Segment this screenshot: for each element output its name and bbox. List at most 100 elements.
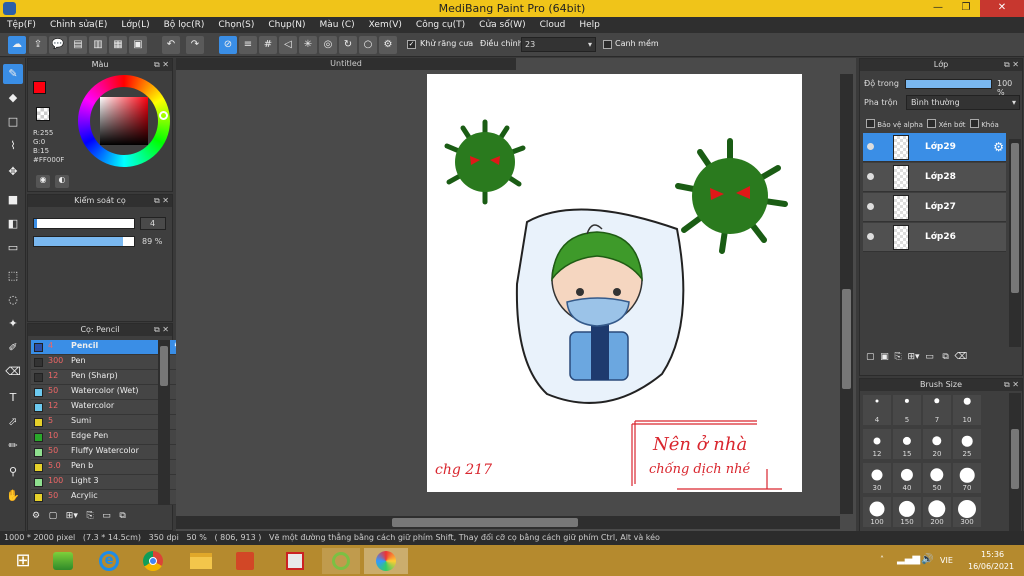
operation-tool-icon[interactable]: ⬀ xyxy=(3,412,23,432)
layer-settings-gear-icon[interactable]: ⚙ xyxy=(993,140,1004,154)
menu-window[interactable]: Cửa sổ(W) xyxy=(472,17,532,33)
brush-tool-icon[interactable]: ✎ xyxy=(3,64,23,84)
cloud-icon[interactable]: ☁ xyxy=(8,36,26,54)
panel-close-icon[interactable]: ⧉ ✕ xyxy=(154,59,169,71)
lasso-tool-icon[interactable]: ◌ xyxy=(3,290,23,310)
comment-icon[interactable]: 💬 xyxy=(49,36,67,54)
menu-tools[interactable]: Công cụ(T) xyxy=(409,17,472,33)
chrome-icon[interactable] xyxy=(134,548,172,574)
move-tool-icon[interactable]: ✥ xyxy=(3,162,23,182)
brush-size-scrollbar[interactable] xyxy=(1009,393,1021,533)
brush-size-cell[interactable]: 150 xyxy=(893,497,921,527)
circle-snap-icon[interactable]: ○ xyxy=(359,36,377,54)
new-color-layer-icon[interactable]: ▣ xyxy=(880,352,889,362)
antialias-checkbox[interactable]: ✓ xyxy=(407,40,416,49)
layout-icon[interactable]: ▣ xyxy=(129,36,147,54)
menu-edit[interactable]: Chỉnh sửa(E) xyxy=(43,17,114,33)
duplicate-layer-icon[interactable]: ⎘ xyxy=(895,352,902,362)
select-pen-icon[interactable]: ✐ xyxy=(3,338,23,358)
clock-time[interactable]: 15:36 xyxy=(981,550,1004,559)
folder-icon[interactable]: ▭ xyxy=(102,511,111,521)
select-tool-icon[interactable]: ⬚ xyxy=(3,266,23,286)
brush-size-cell[interactable]: 12 xyxy=(863,429,891,459)
brush-size-cell[interactable]: 50 xyxy=(923,463,951,493)
network-app-icon[interactable] xyxy=(276,548,314,574)
redo-icon[interactable]: ↷ xyxy=(186,36,204,54)
volume-icon[interactable]: 🔊 xyxy=(921,554,933,565)
select-eraser-icon[interactable]: ⌫ xyxy=(3,362,23,382)
brush-size-cell[interactable]: 15 xyxy=(893,429,921,459)
dot-tool-icon[interactable]: ⌇ xyxy=(3,136,23,156)
merge-layer-icon[interactable]: ⧉ xyxy=(942,352,948,362)
radial-snap-icon[interactable]: ✳ xyxy=(299,36,317,54)
eye-icon[interactable] xyxy=(867,233,874,240)
menu-color[interactable]: Màu (C) xyxy=(313,17,362,33)
menu-cloud[interactable]: Cloud xyxy=(533,17,573,33)
brush-size-cell[interactable]: 7 xyxy=(923,395,951,425)
delete-layer-icon[interactable]: ⌫ xyxy=(955,352,968,362)
layer-opacity-slider[interactable] xyxy=(905,79,992,89)
grid-list-icon[interactable]: ▦ xyxy=(109,36,127,54)
menu-capture[interactable]: Chụp(N) xyxy=(261,17,312,33)
eyedropper-tool-icon[interactable]: ⚲ xyxy=(3,462,23,482)
maximize-button[interactable]: ❐ xyxy=(952,0,980,17)
drawing-paper[interactable]: Nên ở nhà chống dịch nhé chg 217 xyxy=(427,74,802,492)
eraser-tool-icon[interactable]: ◆ xyxy=(3,88,23,108)
canvas-area[interactable]: Untitled Nên ở nhà chống dịch nhé chg 21… xyxy=(176,58,856,536)
ie-browser-icon[interactable]: e xyxy=(90,548,128,574)
add-brush-icon[interactable]: ⊞▾ xyxy=(66,511,78,521)
eye-icon[interactable] xyxy=(867,143,874,150)
menu-view[interactable]: Xem(V) xyxy=(362,17,409,33)
parallel-snap-icon[interactable]: ≡ xyxy=(239,36,257,54)
size-slider[interactable] xyxy=(33,218,135,229)
layer-row-1[interactable]: Lớp28 xyxy=(863,163,1006,192)
tray-arrow-icon[interactable]: ˄ xyxy=(880,555,884,564)
blend-select[interactable]: Bình thường ▾ xyxy=(906,95,1020,110)
brush-size-cell[interactable]: 100 xyxy=(863,497,891,527)
concentric-snap-icon[interactable]: ◎ xyxy=(319,36,337,54)
office-app-icon[interactable] xyxy=(226,548,264,574)
snap-off-icon[interactable]: ⊘ xyxy=(219,36,237,54)
menu-layer[interactable]: Lớp(L) xyxy=(114,17,156,33)
panel-close-icon[interactable]: ⧉ ✕ xyxy=(154,195,169,207)
share-icon[interactable]: ⇪ xyxy=(29,36,47,54)
comment-list-icon[interactable]: ▤ xyxy=(69,36,87,54)
panel-close-icon[interactable]: ⧉ ✕ xyxy=(154,324,169,336)
brush-settings-icon[interactable]: ⚙ xyxy=(32,511,40,521)
settings-gear-icon[interactable]: ⚙ xyxy=(379,36,397,54)
brush-size-cell[interactable]: 25 xyxy=(953,429,981,459)
protect-alpha-checkbox[interactable] xyxy=(866,119,875,128)
lock-checkbox[interactable] xyxy=(969,119,979,128)
hue-handle[interactable] xyxy=(159,111,168,120)
file-explorer-icon[interactable] xyxy=(182,548,220,574)
transparent-swatch[interactable] xyxy=(36,107,50,121)
brush-size-cell[interactable]: 40 xyxy=(893,463,921,493)
brush-size-cell[interactable]: 300 xyxy=(953,497,981,527)
brush-scrollbar[interactable] xyxy=(158,340,170,505)
clock-date[interactable]: 16/06/2021 xyxy=(968,562,1014,571)
delete-brush-icon[interactable]: ⧉ xyxy=(119,511,125,521)
panel-close-icon[interactable]: ⧉ ✕ xyxy=(1004,379,1019,391)
panel-close-icon[interactable]: ⧉ ✕ xyxy=(1004,59,1019,71)
copy-brush-icon[interactable]: ⎘ xyxy=(86,511,93,521)
menu-help[interactable]: Help xyxy=(572,17,607,33)
layer-row-2[interactable]: Lớp27 xyxy=(863,193,1006,222)
vanish-snap-icon[interactable]: ◁ xyxy=(279,36,297,54)
hand-tool-icon[interactable]: ✋ xyxy=(3,486,23,506)
menu-select[interactable]: Chọn(S) xyxy=(211,17,261,33)
brush-size-cell[interactable]: 20 xyxy=(923,429,951,459)
layer-folder-icon[interactable]: ▭ xyxy=(925,352,934,362)
language-indicator[interactable]: VIE xyxy=(940,556,953,565)
primary-color-swatch[interactable] xyxy=(33,81,46,94)
cross-snap-icon[interactable]: # xyxy=(259,36,277,54)
text-tool-icon[interactable]: T xyxy=(3,388,23,408)
clipping-checkbox[interactable] xyxy=(927,119,937,128)
adjust-select[interactable]: 23 ▾ xyxy=(521,37,596,52)
brush-size-cell[interactable]: 10 xyxy=(953,395,981,425)
document-tab[interactable]: Untitled xyxy=(176,58,516,70)
brush-size-cell[interactable]: 5 xyxy=(893,395,921,425)
medibang-taskbar-icon[interactable] xyxy=(364,548,408,574)
camera-app-icon[interactable] xyxy=(322,548,360,574)
size-input[interactable]: 4 xyxy=(140,217,166,230)
brush-size-cell[interactable]: 200 xyxy=(923,497,951,527)
